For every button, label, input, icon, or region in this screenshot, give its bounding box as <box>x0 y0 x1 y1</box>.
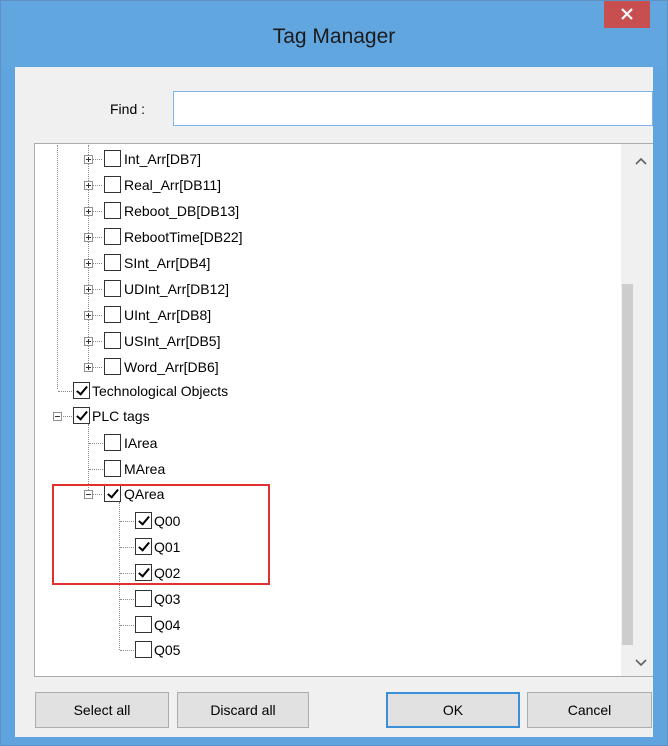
scroll-up-button[interactable] <box>632 153 650 171</box>
node-checkbox[interactable] <box>104 228 121 245</box>
tree-guide-line <box>57 145 58 389</box>
node-label: MArea <box>124 461 166 477</box>
tree-connector <box>93 289 102 290</box>
tree-connector <box>93 211 102 212</box>
node-label: Technological Objects <box>92 383 229 399</box>
node-label: Real_Arr[DB11] <box>124 177 222 193</box>
node-checkbox[interactable] <box>104 280 121 297</box>
expand-toggle[interactable] <box>84 363 93 372</box>
node-label: QArea <box>124 486 165 502</box>
node-label: RebootTime[DB22] <box>124 229 243 245</box>
node-label: Int_Arr[DB7] <box>124 151 202 167</box>
node-label: Q00 <box>154 513 181 529</box>
node-label: Q04 <box>154 617 181 633</box>
tree-connector <box>120 650 134 651</box>
tree-connector <box>93 494 102 495</box>
tree-connector <box>120 599 134 600</box>
tree-connector <box>93 315 102 316</box>
tree-connector <box>89 469 103 470</box>
node-checkbox[interactable] <box>135 641 152 658</box>
node-label: Q01 <box>154 539 181 555</box>
node-checkbox[interactable] <box>73 382 90 399</box>
tree-connector <box>93 159 102 160</box>
expand-toggle[interactable] <box>84 311 93 320</box>
expand-toggle[interactable] <box>84 259 93 268</box>
tree-connector <box>120 625 134 626</box>
node-checkbox[interactable] <box>104 202 121 219</box>
tree-connector <box>58 391 72 392</box>
tree-connector <box>120 521 134 522</box>
close-icon <box>621 8 633 20</box>
node-checkbox[interactable] <box>104 434 121 451</box>
node-checkbox[interactable] <box>135 590 152 607</box>
discard-all-button[interactable]: Discard all <box>177 692 309 728</box>
node-checkbox[interactable] <box>104 485 121 502</box>
expand-toggle[interactable] <box>84 181 93 190</box>
expand-toggle[interactable] <box>84 337 93 346</box>
node-label: UDInt_Arr[DB12] <box>124 281 230 297</box>
node-label: Word_Arr[DB6] <box>124 359 219 375</box>
expand-toggle[interactable] <box>84 207 93 216</box>
tree-connector <box>89 443 103 444</box>
node-checkbox[interactable] <box>104 358 121 375</box>
tree-connector <box>93 367 102 368</box>
node-checkbox[interactable] <box>73 407 90 424</box>
tree-connector <box>63 416 72 417</box>
node-label: Q02 <box>154 565 181 581</box>
expand-toggle[interactable] <box>84 155 93 164</box>
node-checkbox[interactable] <box>104 150 121 167</box>
scroll-down-button[interactable] <box>632 653 650 671</box>
node-label: Q03 <box>154 591 181 607</box>
node-checkbox[interactable] <box>135 616 152 633</box>
tree-connector <box>93 263 102 264</box>
node-label: Q05 <box>154 642 181 658</box>
node-label: USInt_Arr[DB5] <box>124 333 221 349</box>
tree-connector <box>93 341 102 342</box>
chevron-down-icon <box>635 659 647 667</box>
collapse-toggle[interactable] <box>84 490 93 499</box>
collapse-toggle[interactable] <box>53 412 62 421</box>
ok-button[interactable]: OK <box>386 692 520 728</box>
node-checkbox[interactable] <box>135 538 152 555</box>
cancel-button[interactable]: Cancel <box>527 692 652 728</box>
node-checkbox[interactable] <box>135 564 152 581</box>
node-checkbox[interactable] <box>104 176 121 193</box>
node-label: UInt_Arr[DB8] <box>124 307 212 323</box>
node-label: PLC tags <box>92 408 150 424</box>
node-label: SInt_Arr[DB4] <box>124 255 211 271</box>
window-title: Tag Manager <box>272 25 396 48</box>
node-label: Reboot_DB[DB13] <box>124 203 240 219</box>
tree-guide-line <box>88 424 89 494</box>
find-label: Find : <box>110 101 146 117</box>
find-input[interactable] <box>173 91 653 126</box>
tree-connector <box>120 547 134 548</box>
tree-connector <box>93 185 102 186</box>
node-checkbox[interactable] <box>104 460 121 477</box>
node-checkbox[interactable] <box>104 306 121 323</box>
node-label: IArea <box>124 435 158 451</box>
tree-guide-line <box>119 502 120 650</box>
close-button[interactable] <box>604 1 650 28</box>
node-checkbox[interactable] <box>135 512 152 529</box>
expand-toggle[interactable] <box>84 233 93 242</box>
node-checkbox[interactable] <box>104 332 121 349</box>
tree-connector <box>93 237 102 238</box>
select-all-button[interactable]: Select all <box>35 692 169 728</box>
expand-toggle[interactable] <box>84 285 93 294</box>
title-bar[interactable]: Tag Manager <box>1 1 667 66</box>
node-checkbox[interactable] <box>104 254 121 271</box>
tree-guide-line <box>88 145 89 367</box>
chevron-up-icon <box>635 157 647 165</box>
tree-connector <box>120 573 134 574</box>
scrollbar-thumb[interactable] <box>622 284 633 645</box>
